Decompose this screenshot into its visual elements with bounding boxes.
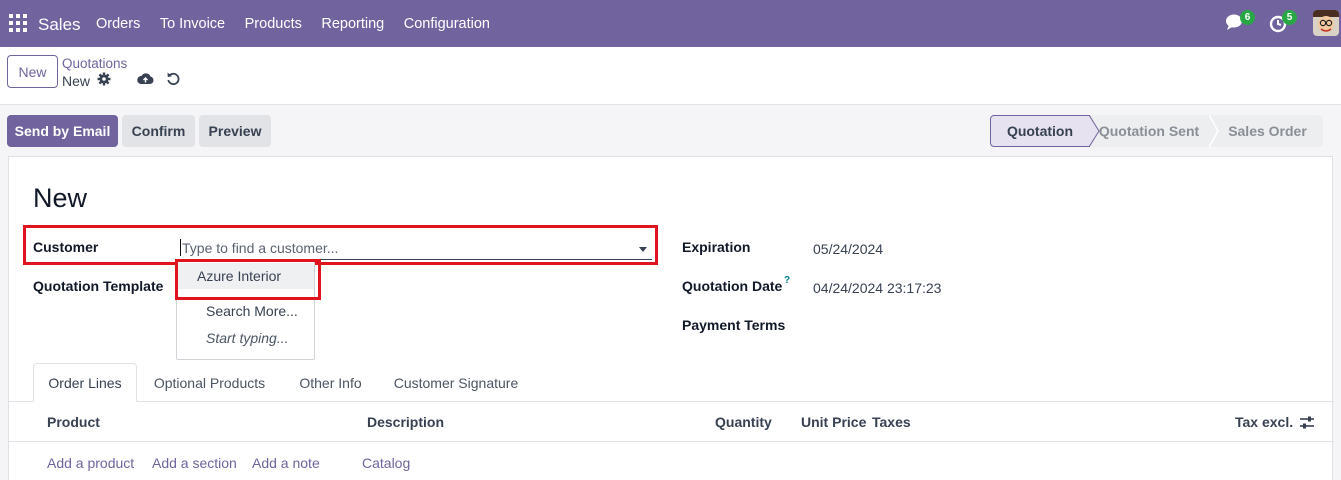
dropdown-search-more[interactable]: Search More... [177,298,314,324]
column-tax-excl[interactable]: Tax excl. [1235,414,1293,430]
send-by-email-button[interactable]: Send by Email [7,115,118,147]
main-menu: Orders To Invoice Products Reporting Con… [96,16,509,32]
app-brand[interactable]: Sales [38,15,81,35]
notebook-tabs: Order Lines Optional Products Other Info… [9,363,1334,402]
catalog-link[interactable]: Catalog [362,455,410,471]
activity-count-badge: 5 [1282,10,1297,25]
cloud-upload-icon[interactable] [137,71,154,86]
status-bar: Sales Order Quotation Sent Quotation [990,115,1323,147]
quotation-date-value[interactable]: 04/24/2024 23:17:23 [813,280,941,296]
tab-order-lines[interactable]: Order Lines [33,363,137,402]
chat-count-badge: 6 [1240,10,1255,25]
gear-icon[interactable] [97,72,111,86]
quotation-date-label: Quotation Date [682,278,783,294]
column-description[interactable]: Description [367,414,444,430]
order-lines-actions: Add a product Add a section Add a note C… [9,442,1334,480]
add-section-link[interactable]: Add a section [152,455,237,471]
payment-terms-label: Payment Terms [682,317,786,333]
expiration-label: Expiration [682,239,751,255]
user-avatar[interactable] [1313,10,1339,36]
menu-item-to-invoice[interactable]: To Invoice [160,16,225,32]
add-product-link[interactable]: Add a product [47,455,134,471]
stage-quotation-sent[interactable]: Quotation Sent [1086,115,1212,147]
menu-item-reporting[interactable]: Reporting [321,16,384,32]
stage-quotation[interactable]: Quotation [990,115,1090,147]
tab-optional-products[interactable]: Optional Products [138,363,281,402]
apps-grid-icon[interactable] [9,14,27,32]
column-unit-price[interactable]: Unit Price [801,414,866,430]
quotation-template-label: Quotation Template [33,278,164,294]
menu-item-products[interactable]: Products [245,16,302,32]
tab-customer-signature[interactable]: Customer Signature [380,363,532,402]
column-settings-icon[interactable] [1299,415,1315,430]
record-title[interactable]: New [33,183,87,214]
stage-sales-order[interactable]: Sales Order [1212,115,1323,147]
control-panel: New Quotations New [0,47,1341,105]
breadcrumb-quotations[interactable]: Quotations [62,56,127,71]
order-lines-header: Product Description Quantity Unit Price … [9,402,1334,442]
menu-item-configuration[interactable]: Configuration [404,16,490,32]
tab-other-info[interactable]: Other Info [282,363,379,402]
new-button[interactable]: New [7,55,58,88]
top-navbar: Sales Orders To Invoice Products Reporti… [0,0,1341,47]
stage-separator-icon [1209,115,1219,147]
breadcrumb-current: New [62,73,91,89]
confirm-button[interactable]: Confirm [122,115,195,147]
help-tooltip-icon[interactable]: ? [784,275,790,286]
column-quantity[interactable]: Quantity [715,414,772,430]
dropdown-start-typing: Start typing... [206,330,289,346]
stage-active-arrow-icon [1089,115,1100,147]
highlight-azure-box [175,259,321,300]
menu-item-orders[interactable]: Orders [96,16,140,32]
column-taxes[interactable]: Taxes [872,414,911,430]
expiration-value[interactable]: 05/24/2024 [813,241,883,257]
preview-button[interactable]: Preview [199,115,271,147]
discard-undo-icon[interactable] [166,71,181,86]
highlight-customer-box [23,225,658,265]
add-note-link[interactable]: Add a note [252,455,320,471]
column-product[interactable]: Product [47,414,100,430]
action-bar: Send by Email Confirm Preview Sales Orde… [0,106,1341,156]
form-sheet: New Customer Type to find a customer... … [8,156,1334,480]
